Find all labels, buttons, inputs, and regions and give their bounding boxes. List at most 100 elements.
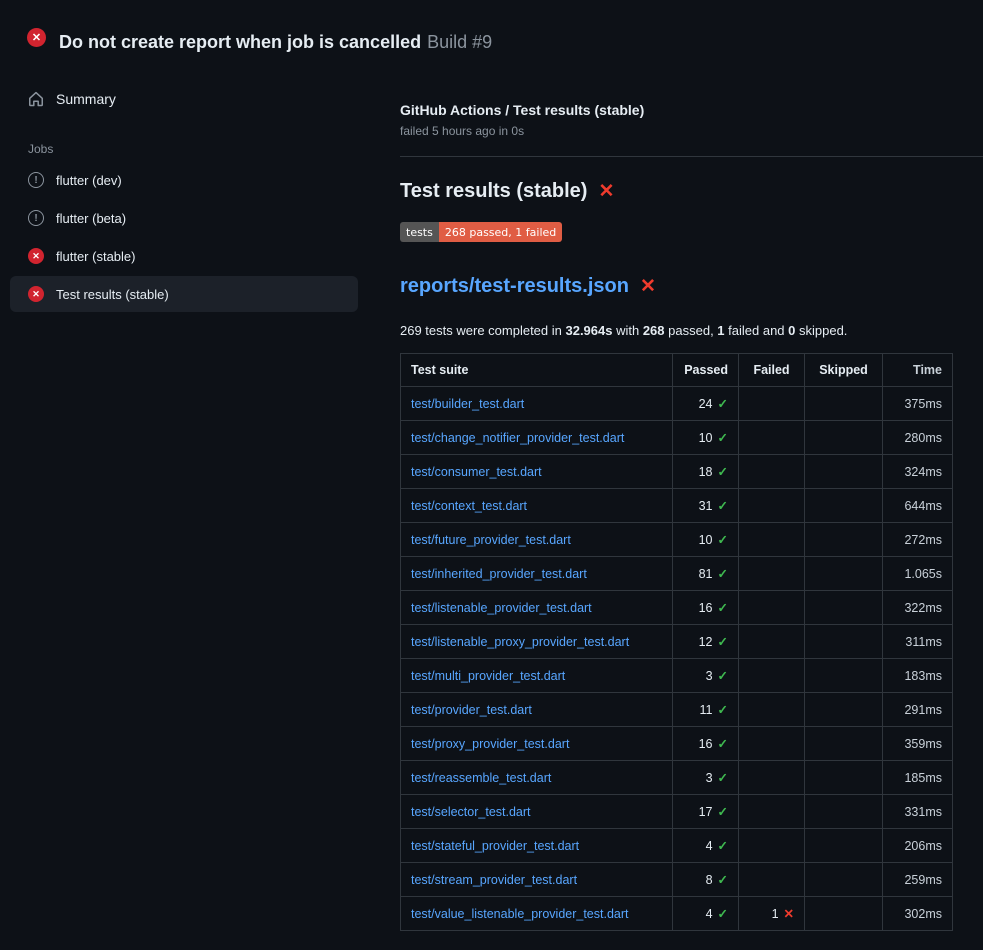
skipped-cell bbox=[805, 863, 883, 897]
test-suite-cell: test/stateful_provider_test.dart bbox=[401, 829, 673, 863]
test-suite-link[interactable]: test/builder_test.dart bbox=[411, 397, 524, 411]
skipped-cell bbox=[805, 829, 883, 863]
test-suite-link[interactable]: test/value_listenable_provider_test.dart bbox=[411, 907, 629, 921]
skipped-cell bbox=[805, 761, 883, 795]
table-row: test/proxy_provider_test.dart16✓359ms bbox=[401, 727, 953, 761]
table-row: test/builder_test.dart24✓375ms bbox=[401, 387, 953, 421]
table-row: test/provider_test.dart11✓291ms bbox=[401, 693, 953, 727]
sidebar: Summary Jobs !flutter (dev)!flutter (bet… bbox=[0, 66, 368, 314]
test-suite-link[interactable]: test/listenable_provider_test.dart bbox=[411, 601, 592, 615]
failed-cell bbox=[739, 625, 805, 659]
failed-cell bbox=[739, 829, 805, 863]
passed-cell: 16✓ bbox=[673, 591, 739, 625]
sidebar-job-item[interactable]: ✕Test results (stable) bbox=[10, 276, 358, 312]
summary-text: skipped. bbox=[795, 323, 847, 338]
time-cell: 302ms bbox=[883, 897, 953, 931]
test-suite-cell: test/listenable_provider_test.dart bbox=[401, 591, 673, 625]
passed-count: 10 bbox=[699, 533, 713, 547]
passed-count: 8 bbox=[706, 873, 713, 887]
passed-count: 16 bbox=[699, 601, 713, 615]
failed-cell bbox=[739, 421, 805, 455]
test-suite-link[interactable]: test/future_provider_test.dart bbox=[411, 533, 571, 547]
check-icon: ✓ bbox=[718, 703, 728, 717]
failed-status-icon: ✕ bbox=[27, 28, 46, 47]
skipped-cell bbox=[805, 897, 883, 931]
passed-count: 11 bbox=[700, 703, 713, 717]
table-row: test/selector_test.dart17✓331ms bbox=[401, 795, 953, 829]
test-suite-link[interactable]: test/context_test.dart bbox=[411, 499, 527, 513]
test-suite-cell: test/future_provider_test.dart bbox=[401, 523, 673, 557]
test-suite-link[interactable]: test/stateful_provider_test.dart bbox=[411, 839, 579, 853]
summary-failed-count: 1 bbox=[717, 323, 724, 338]
time-cell: 183ms bbox=[883, 659, 953, 693]
column-header-test-suite: Test suite bbox=[401, 354, 673, 387]
passed-cell: 4✓ bbox=[673, 829, 739, 863]
page-title: Do not create report when job is cancell… bbox=[59, 19, 492, 56]
failed-cell bbox=[739, 387, 805, 421]
tests-badge: tests 268 passed, 1 failed bbox=[400, 222, 562, 242]
check-icon: ✓ bbox=[718, 499, 728, 513]
passed-count: 18 bbox=[699, 465, 713, 479]
failed-cell bbox=[739, 761, 805, 795]
test-suite-link[interactable]: test/selector_test.dart bbox=[411, 805, 531, 819]
results-table-body: test/builder_test.dart24✓375ms test/chang… bbox=[401, 387, 953, 931]
alert-circle-icon: ! bbox=[28, 210, 44, 226]
skipped-cell bbox=[805, 625, 883, 659]
failed-cell bbox=[739, 659, 805, 693]
test-suite-link[interactable]: test/stream_provider_test.dart bbox=[411, 873, 577, 887]
check-icon: ✓ bbox=[718, 669, 728, 683]
test-suite-cell: test/inherited_provider_test.dart bbox=[401, 557, 673, 591]
passed-count: 81 bbox=[699, 567, 713, 581]
section-title: Test results (stable) ✕ bbox=[400, 180, 952, 203]
report-heading: reports/test-results.json ✕ bbox=[400, 275, 952, 298]
time-cell: 324ms bbox=[883, 455, 953, 489]
x-icon: ✕ bbox=[784, 907, 794, 921]
test-suite-link[interactable]: test/listenable_proxy_provider_test.dart bbox=[411, 635, 629, 649]
test-suite-link[interactable]: test/multi_provider_test.dart bbox=[411, 669, 565, 683]
table-row: test/context_test.dart 31✓ 644ms bbox=[401, 489, 953, 523]
test-suite-link[interactable]: test/provider_test.dart bbox=[411, 703, 532, 717]
passed-cell: 3✓ bbox=[673, 659, 739, 693]
summary-text: with bbox=[612, 323, 642, 338]
failed-count: 1 bbox=[772, 907, 779, 921]
passed-count: 17 bbox=[699, 805, 713, 819]
time-cell: 644ms bbox=[883, 489, 953, 523]
table-row: test/reassemble_test.dart3✓185ms bbox=[401, 761, 953, 795]
passed-cell: 31✓ bbox=[673, 489, 739, 523]
failed-cell bbox=[739, 727, 805, 761]
sidebar-job-item[interactable]: !flutter (dev) bbox=[10, 162, 358, 198]
test-suite-link[interactable]: test/consumer_test.dart bbox=[411, 465, 542, 479]
check-icon: ✓ bbox=[718, 567, 728, 581]
sidebar-job-item[interactable]: !flutter (beta) bbox=[10, 200, 358, 236]
test-suite-link[interactable]: test/change_notifier_provider_test.dart bbox=[411, 431, 624, 445]
failed-cell bbox=[739, 693, 805, 727]
passed-count: 3 bbox=[706, 771, 713, 785]
check-icon: ✓ bbox=[718, 431, 728, 445]
sidebar-item-summary[interactable]: Summary bbox=[10, 82, 358, 116]
home-icon bbox=[28, 91, 44, 107]
sidebar-job-item[interactable]: ✕flutter (stable) bbox=[10, 238, 358, 274]
test-suite-cell: test/selector_test.dart bbox=[401, 795, 673, 829]
summary-passed-count: 268 bbox=[643, 323, 665, 338]
test-suite-link[interactable]: test/proxy_provider_test.dart bbox=[411, 737, 569, 751]
test-suite-cell: test/context_test.dart bbox=[401, 489, 673, 523]
check-icon: ✓ bbox=[718, 737, 728, 751]
column-header-time: Time bbox=[883, 354, 953, 387]
run-meta: failed 5 hours ago in 0s bbox=[400, 124, 952, 138]
section-title-text: Test results (stable) bbox=[400, 180, 587, 203]
passed-cell: 11 ✓ bbox=[673, 693, 739, 727]
table-row: test/future_provider_test.dart10✓272ms bbox=[401, 523, 953, 557]
check-icon: ✓ bbox=[718, 839, 728, 853]
time-cell: 206ms bbox=[883, 829, 953, 863]
passed-count: 3 bbox=[706, 669, 713, 683]
test-suite-cell: test/stream_provider_test.dart bbox=[401, 863, 673, 897]
skipped-cell bbox=[805, 727, 883, 761]
jobs-list: !flutter (dev)!flutter (beta)✕flutter (s… bbox=[0, 162, 368, 312]
test-suite-link[interactable]: test/reassemble_test.dart bbox=[411, 771, 551, 785]
test-suite-link[interactable]: test/inherited_provider_test.dart bbox=[411, 567, 587, 581]
failed-cell: 1✕ bbox=[739, 897, 805, 931]
badge-label: tests bbox=[400, 222, 439, 242]
x-circle-icon: ✕ bbox=[28, 286, 44, 302]
report-link[interactable]: reports/test-results.json bbox=[400, 275, 629, 298]
passed-cell: 17✓ bbox=[673, 795, 739, 829]
